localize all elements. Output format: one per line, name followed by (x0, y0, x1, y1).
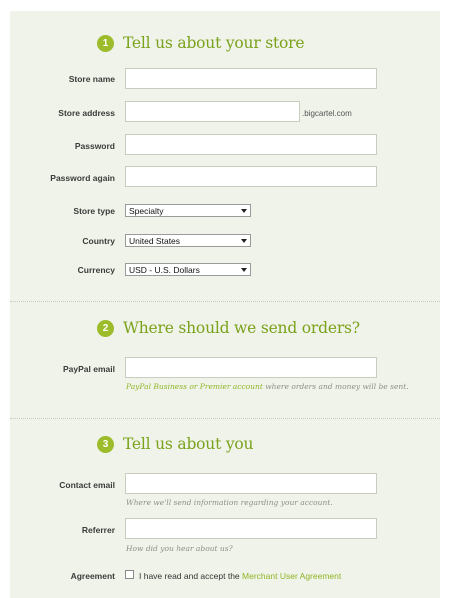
agreement-text: I have read and accept the Merchant User… (139, 571, 341, 581)
agreement-label: Agreement (70, 571, 115, 581)
section-divider (10, 301, 440, 302)
paypal-hint: PayPal Business or Premier account where… (126, 382, 409, 391)
store-address-label: Store address (58, 108, 115, 118)
password-label: Password (74, 141, 115, 151)
password-input[interactable] (125, 134, 377, 155)
step-badge-1: 1 (97, 34, 114, 52)
referrer-hint: How did you hear about us? (126, 544, 233, 553)
section-divider (10, 418, 440, 419)
agreement-checkbox[interactable] (125, 570, 134, 579)
paypal-account-link[interactable]: PayPal Business or Premier account (126, 382, 263, 391)
store-type-value: Specialty (129, 205, 164, 216)
password-again-label: Password again (50, 173, 115, 183)
referrer-input[interactable] (125, 518, 377, 539)
paypal-email-input[interactable] (125, 357, 377, 378)
currency-select[interactable]: USD - U.S. Dollars (125, 263, 251, 276)
contact-email-input[interactable] (125, 473, 377, 494)
password-again-input[interactable] (125, 166, 377, 187)
paypal-email-label: PayPal email (63, 364, 115, 374)
section-store-heading: 1 Tell us about your store (97, 34, 305, 52)
merchant-agreement-link[interactable]: Merchant User Agreement (242, 571, 341, 581)
contact-email-label: Contact email (59, 480, 115, 490)
section-orders-heading: 2 Where should we send orders? (97, 319, 360, 337)
section-title-about: Tell us about you (123, 435, 254, 453)
currency-label: Currency (77, 265, 115, 275)
store-name-input[interactable] (125, 68, 377, 89)
section-about-heading: 3 Tell us about you (97, 435, 254, 453)
referrer-label: Referrer (81, 525, 115, 535)
section-title-store: Tell us about your store (123, 34, 305, 52)
store-address-input[interactable] (125, 101, 300, 122)
country-value: United States (129, 235, 181, 246)
agreement-statement: I have read and accept the (139, 571, 243, 581)
signup-form-panel (10, 11, 440, 598)
chevron-down-icon (241, 209, 247, 213)
step-badge-3: 3 (97, 435, 114, 453)
contact-email-hint: Where we'll send information regarding y… (126, 498, 333, 507)
step-badge-2: 2 (97, 319, 114, 337)
chevron-down-icon (241, 239, 247, 243)
chevron-down-icon (241, 268, 247, 272)
country-label: Country (82, 236, 115, 246)
paypal-hint-text: where orders and money will be sent. (262, 382, 409, 391)
store-type-select[interactable]: Specialty (125, 204, 251, 217)
store-name-label: Store name (68, 74, 115, 84)
section-title-orders: Where should we send orders? (123, 319, 360, 337)
currency-value: USD - U.S. Dollars (129, 264, 200, 275)
store-type-label: Store type (73, 206, 115, 216)
store-address-suffix: .bigcartel.com (302, 109, 352, 118)
country-select[interactable]: United States (125, 234, 251, 247)
